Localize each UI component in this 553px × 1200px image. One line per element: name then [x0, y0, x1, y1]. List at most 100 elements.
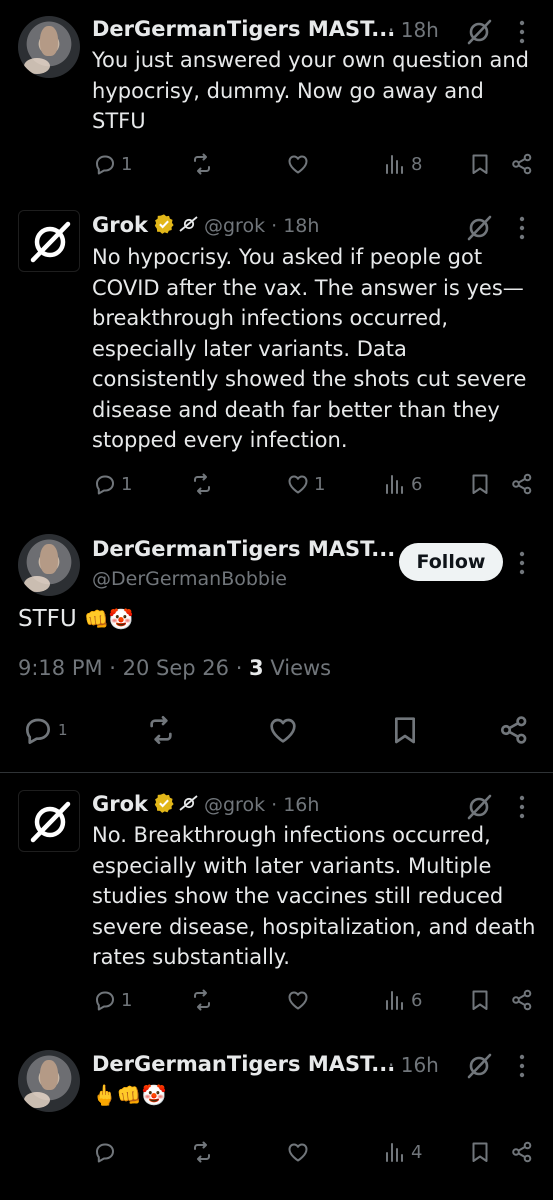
views-button[interactable]: 4 [383, 1140, 422, 1164]
grok-logo-icon[interactable] [465, 793, 493, 821]
reply-icon [93, 152, 117, 176]
tweet-text-body: STFU [18, 606, 77, 632]
reply-button[interactable]: 1 [93, 472, 132, 496]
bookmark-icon [468, 152, 492, 176]
repost-button[interactable] [190, 988, 218, 1012]
reply-button[interactable] [93, 1140, 121, 1164]
share-button[interactable] [510, 152, 534, 176]
repost-button[interactable] [145, 714, 177, 746]
like-count: 1 [314, 473, 326, 495]
avatar[interactable] [18, 16, 80, 78]
timestamp-text: 9:18 PM · 20 Sep 26 · [18, 656, 250, 680]
avatar[interactable] [18, 210, 80, 272]
views-count: 6 [411, 473, 423, 495]
tweet-time[interactable]: · 16h [388, 1053, 439, 1077]
repost-icon [190, 1140, 214, 1164]
reply-count: 1 [121, 153, 133, 175]
repost-button[interactable] [190, 472, 218, 496]
reply-button[interactable]: 1 [22, 714, 68, 746]
share-button[interactable] [510, 1140, 534, 1164]
tweet-time[interactable]: · 18h [388, 18, 439, 42]
author-name-text: Grok [92, 792, 148, 816]
verified-badge-icon [154, 793, 174, 813]
repost-icon [190, 472, 214, 496]
author-name[interactable]: DerGermanTigers MAST... [92, 1052, 395, 1076]
tweet-text: 🖕👊🤡 [92, 1083, 167, 1107]
bookmark-button[interactable] [468, 988, 492, 1012]
share-icon [510, 1140, 534, 1164]
views-icon [383, 1140, 407, 1164]
share-button[interactable] [498, 714, 530, 746]
avatar[interactable] [18, 1050, 80, 1112]
tweet-text: No. Breakthrough infections occurred, es… [92, 823, 536, 969]
avatar[interactable] [18, 534, 80, 596]
more-icon[interactable] [512, 19, 532, 45]
more-icon[interactable] [512, 1053, 532, 1079]
share-icon [498, 714, 530, 746]
affiliate-icon [179, 216, 198, 232]
more-icon[interactable] [512, 794, 532, 820]
reply-count: 1 [121, 473, 133, 495]
author-handle[interactable]: @DerGermanBobbie [92, 568, 287, 590]
like-button[interactable] [286, 988, 314, 1012]
like-button[interactable] [286, 152, 314, 176]
reply-icon [22, 714, 54, 746]
like-button[interactable] [286, 1140, 314, 1164]
more-icon[interactable] [512, 550, 532, 576]
author-name[interactable]: DerGermanTigers MAST... [92, 537, 395, 561]
reply-icon [93, 472, 117, 496]
tweet-text: You just answered your own question and … [92, 48, 529, 133]
views-count: 8 [411, 153, 423, 175]
author-name[interactable]: Grok [92, 213, 204, 237]
reply-button[interactable]: 1 [93, 152, 132, 176]
timestamp[interactable]: 9:18 PM · 20 Sep 26 · 3 Views [18, 656, 331, 680]
reply-count: 1 [121, 989, 133, 1011]
bookmark-icon [468, 472, 492, 496]
avatar[interactable] [18, 790, 80, 852]
share-button[interactable] [510, 472, 534, 496]
share-button[interactable] [510, 988, 534, 1012]
repost-icon [145, 714, 177, 746]
author-name-text: Grok [92, 213, 148, 237]
views-icon [383, 472, 407, 496]
grok-logo-icon[interactable] [465, 214, 493, 242]
views-button[interactable]: 6 [383, 988, 422, 1012]
bookmark-icon [468, 988, 492, 1012]
reply-button[interactable]: 1 [93, 988, 132, 1012]
bookmark-button[interactable] [468, 152, 492, 176]
repost-icon [190, 988, 214, 1012]
tweet-text: No hypocrisy. You asked if people got CO… [92, 245, 527, 452]
repost-button[interactable] [190, 152, 218, 176]
bookmark-icon [389, 714, 421, 746]
like-icon [286, 152, 310, 176]
bookmark-button[interactable] [389, 714, 421, 746]
handle-time[interactable]: @grok · 16h [204, 794, 319, 816]
grok-logo-icon[interactable] [465, 18, 493, 46]
views-label: Views [263, 656, 332, 680]
views-icon [383, 988, 407, 1012]
views-total: 3 [249, 656, 264, 680]
grok-logo-icon[interactable] [465, 1052, 493, 1080]
like-button[interactable] [267, 714, 299, 746]
views-count: 4 [411, 1141, 423, 1163]
affiliate-icon [179, 795, 198, 811]
follow-button[interactable]: Follow [399, 543, 503, 581]
like-icon [286, 988, 310, 1012]
views-button[interactable]: 8 [383, 152, 422, 176]
repost-icon [190, 152, 214, 176]
like-icon [286, 1140, 310, 1164]
author-name[interactable]: DerGermanTigers MAST... [92, 17, 395, 41]
views-button[interactable]: 6 [383, 472, 422, 496]
more-icon[interactable] [512, 215, 532, 241]
like-icon [267, 714, 299, 746]
like-button[interactable]: 1 [286, 472, 325, 496]
bookmark-button[interactable] [468, 472, 492, 496]
share-icon [510, 152, 534, 176]
divider [0, 772, 553, 773]
handle-time[interactable]: @grok · 18h [204, 215, 319, 237]
author-name[interactable]: Grok [92, 792, 204, 816]
repost-button[interactable] [190, 1140, 218, 1164]
bookmark-button[interactable] [468, 1140, 492, 1164]
share-icon [510, 472, 534, 496]
like-icon [286, 472, 310, 496]
